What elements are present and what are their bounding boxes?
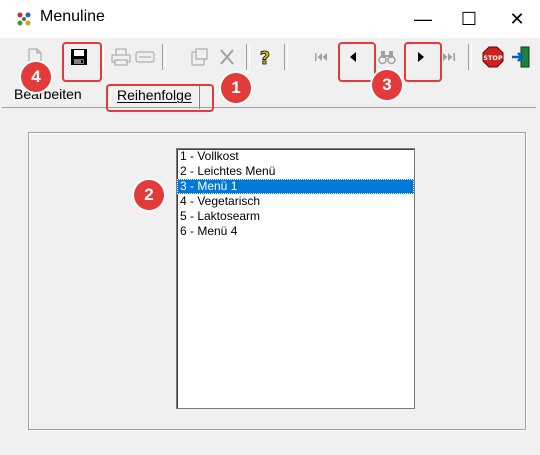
find-button[interactable]	[376, 44, 398, 70]
exit-button[interactable]	[510, 44, 532, 70]
last-record-icon	[443, 53, 455, 61]
annotation-badge-4: 4	[21, 62, 51, 92]
list-item[interactable]: 2 - Leichtes Menü	[177, 164, 414, 179]
properties-button[interactable]	[188, 44, 210, 70]
list-item[interactable]: 6 - Menü 4	[177, 224, 414, 239]
properties-icon	[191, 48, 208, 66]
stop-button[interactable]: STOP	[482, 44, 504, 70]
app-icon	[17, 12, 31, 26]
highlight-save-button	[62, 42, 102, 82]
svg-text:STOP: STOP	[483, 54, 503, 62]
stop-icon: STOP	[482, 46, 504, 68]
list-item[interactable]: 1 - Vollkost	[177, 149, 414, 164]
title-bar: Menuline — ☐ ✕	[0, 0, 540, 38]
find-binoculars-icon	[378, 51, 396, 65]
tab-panel-border	[2, 107, 536, 108]
tab-bar: Bearbeiten Reihenfolge	[0, 84, 540, 109]
highlight-previous-button	[338, 42, 376, 82]
svg-text:?: ?	[260, 48, 270, 67]
maximize-button[interactable]: ☐	[446, 0, 492, 38]
delete-icon	[220, 49, 234, 65]
exit-icon	[512, 46, 530, 68]
list-item[interactable]: 3 - Menü 1	[177, 179, 414, 194]
preview-icon	[135, 51, 155, 63]
order-listbox[interactable]: 1 - Vollkost 2 - Leichtes Menü 3 - Menü 14…	[176, 148, 415, 409]
annotation-badge-3: 3	[372, 70, 402, 100]
print-icon	[111, 48, 131, 66]
tab-bearbeiten[interactable]: Bearbeiten	[14, 86, 82, 102]
first-record-button[interactable]	[310, 44, 332, 70]
first-record-icon	[315, 53, 327, 61]
help-icon: ?	[259, 48, 270, 67]
highlight-reihenfolge-tab	[106, 84, 214, 112]
toolbar-separator	[162, 44, 166, 70]
list-item[interactable]: 4 - Vegetarisch	[177, 194, 414, 209]
toolbar-separator	[246, 44, 250, 70]
delete-button[interactable]	[216, 44, 238, 70]
preview-button[interactable]	[134, 44, 156, 70]
list-item[interactable]: 5 - Laktosearm	[177, 209, 414, 224]
main-window: Menuline — ☐ ✕ ? STOP Bearbeiten Reihenf…	[0, 0, 540, 455]
annotation-badge-2: 2	[134, 180, 164, 210]
minimize-button[interactable]: —	[400, 0, 446, 38]
toolbar-separator	[468, 44, 472, 70]
annotation-badge-1: 1	[221, 73, 251, 103]
window-title: Menuline	[40, 8, 105, 25]
toolbar-separator	[284, 44, 288, 70]
print-button[interactable]	[110, 44, 132, 70]
close-button[interactable]: ✕	[494, 0, 540, 38]
highlight-next-button	[404, 42, 442, 82]
help-button[interactable]: ?	[254, 44, 276, 70]
